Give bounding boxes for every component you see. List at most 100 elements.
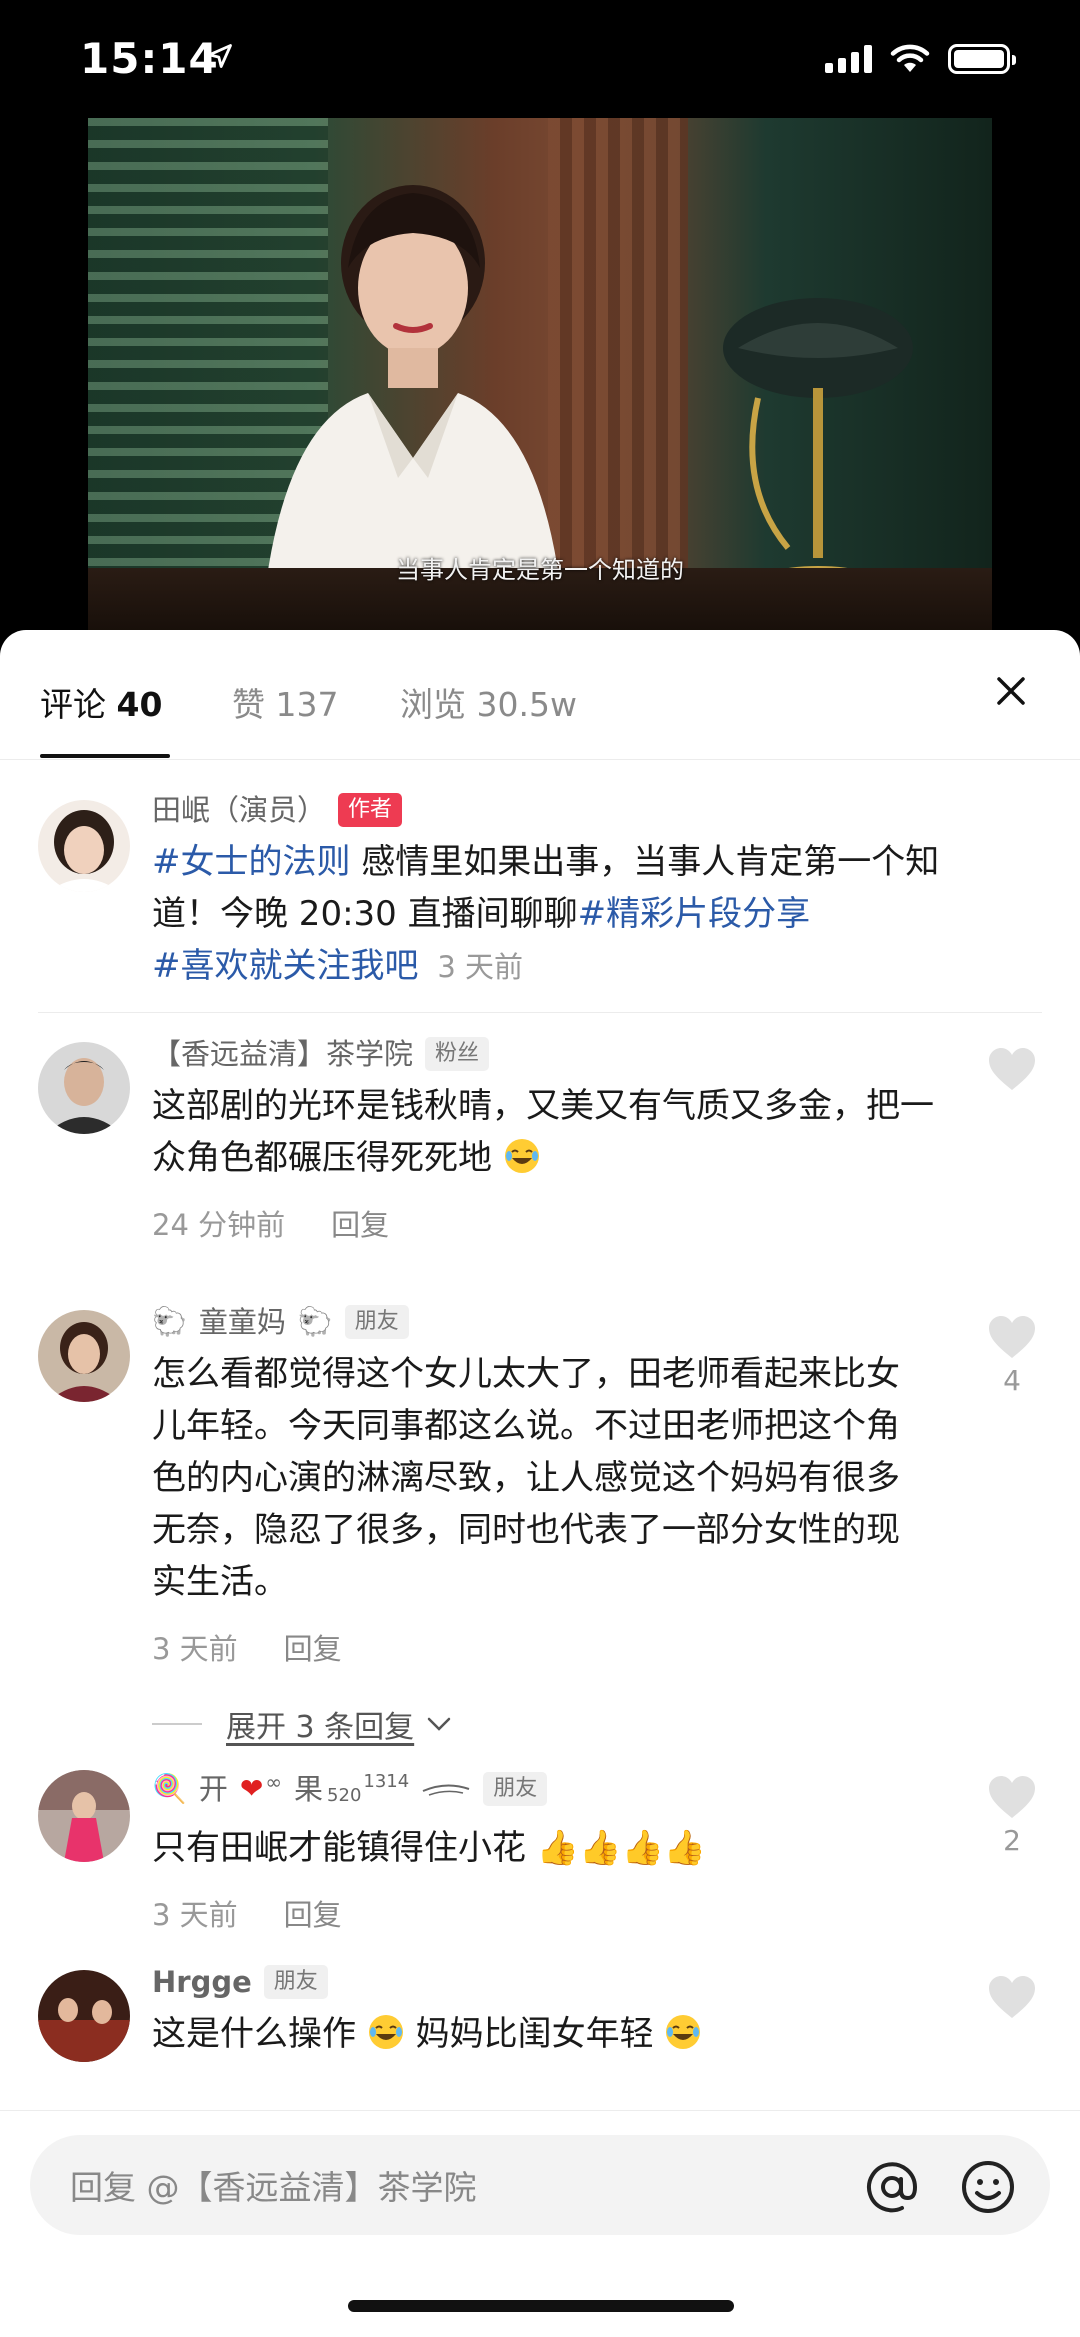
- comment-time: 3 天前: [152, 1632, 238, 1666]
- comment-author-name[interactable]: 田岷（演员） 作者: [152, 790, 952, 830]
- heart-emoji-icon: ❤: [239, 1772, 264, 1805]
- comment-author-name[interactable]: 🐑 童童妈 🐑 朋友: [152, 1302, 952, 1342]
- hashtag-link[interactable]: #喜欢就关注我吧: [152, 946, 419, 986]
- status-bar: 15:14: [0, 0, 1080, 120]
- heart-icon: [989, 1048, 1035, 1090]
- laughing-emoji-icon: [666, 2015, 701, 2049]
- like-count: 2: [1003, 1824, 1021, 1857]
- comment-author-name[interactable]: 🍭 开 ❤ ∞ 果 520 1314 朋友: [152, 1762, 952, 1816]
- laughing-emoji-icon: [504, 1139, 539, 1173]
- tab-comments-count: 40: [116, 685, 163, 724]
- lollipop-emoji-icon: 🍭: [152, 1772, 187, 1805]
- comment-text: 怎么看都觉得这个女儿太大了，田老师看起来比女儿年轻。今天同事都这么说。不过田老师…: [152, 1354, 900, 1602]
- avatar[interactable]: [38, 1970, 130, 2062]
- video-player[interactable]: 当事人肯定是第一个知道的: [88, 118, 992, 638]
- location-arrow-icon: [208, 44, 232, 68]
- expand-line: [152, 1723, 202, 1725]
- like-button[interactable]: 4: [982, 1314, 1042, 1397]
- like-button[interactable]: [982, 1046, 1042, 1096]
- mention-button[interactable]: [862, 2157, 922, 2217]
- divider: [38, 1012, 1042, 1013]
- expand-replies-label: 展开 3 条回复: [226, 1710, 415, 1745]
- tab-views-label: 浏览: [400, 685, 466, 724]
- tab-views[interactable]: 浏览 30.5w: [400, 678, 577, 726]
- like-button[interactable]: [982, 1974, 1042, 2024]
- tab-likes[interactable]: 赞 137: [232, 678, 339, 726]
- reply-input[interactable]: 回复 @【香远益清】茶学院: [30, 2135, 1050, 2235]
- comment-text: 这是什么操作 妈妈比闺女年轻: [152, 2008, 952, 2060]
- home-indicator[interactable]: [348, 2300, 734, 2312]
- comment-text-part1: 这是什么操作: [152, 2014, 356, 2054]
- fan-badge: 粉丝: [425, 1037, 490, 1071]
- heart-icon: [989, 1976, 1035, 2018]
- emoji-button[interactable]: [958, 2157, 1018, 2217]
- comment-sheet: 评论 40 赞 137 浏览 30.5w 田岷（演员） 作者 #女士的法则 感情…: [0, 630, 1080, 2337]
- eyelash-icon: [422, 1784, 470, 1796]
- close-button[interactable]: [986, 666, 1036, 716]
- comment-author-name[interactable]: Hrgge 朋友: [152, 1962, 952, 2002]
- comment-author-name[interactable]: 【香远益清】茶学院 粉丝: [152, 1034, 952, 1074]
- author-name[interactable]: 田岷（演员）: [152, 790, 326, 830]
- name-subscript: 520: [327, 1785, 362, 1806]
- tab-bar: 评论 40 赞 137 浏览 30.5w: [0, 630, 1080, 760]
- close-icon: [997, 677, 1025, 705]
- comment-meta: 3 天前 回复: [152, 1626, 952, 1668]
- like-button[interactable]: 2: [982, 1774, 1042, 1857]
- comment-meta: 3 天前 回复: [152, 1892, 952, 1934]
- infinity-icon: ∞: [265, 1770, 283, 1794]
- hashtag-link[interactable]: #女士的法则: [152, 842, 351, 882]
- comment-text-body: 这部剧的光环是钱秋晴，又美又有气质又多金，把一众角色都碾压得死死地: [152, 1086, 934, 1178]
- thumbs-up-emoji-icon: 👍👍👍👍: [536, 1828, 707, 1868]
- post-time: 3 天前: [437, 950, 523, 984]
- post-text: #女士的法则 感情里如果出事，当事人肯定第一个知道！今晚 20:30 直播间聊聊…: [152, 836, 952, 993]
- tab-views-count: 30.5w: [476, 685, 577, 724]
- like-count: 4: [1003, 1364, 1021, 1397]
- battery-icon: [948, 44, 1016, 74]
- name-superscript: 1314: [363, 1771, 410, 1792]
- laughing-emoji-icon: [368, 2015, 403, 2049]
- expand-replies-button[interactable]: 展开 3 条回复: [152, 1702, 452, 1746]
- friend-badge: 朋友: [483, 1772, 548, 1806]
- tab-indicator: [40, 754, 170, 758]
- comment-meta: 24 分钟前 回复: [152, 1202, 952, 1244]
- reply-bar: 回复 @【香远益清】茶学院: [0, 2110, 1080, 2270]
- reply-placeholder: 回复 @【香远益清】茶学院: [70, 2168, 477, 2207]
- sheep-emoji-icon: 🐑: [152, 1305, 187, 1338]
- friend-badge: 朋友: [263, 1965, 328, 1999]
- hashtag-link[interactable]: #精彩片段分享: [578, 894, 811, 934]
- wifi-icon: [890, 44, 930, 72]
- avatar[interactable]: [38, 1310, 130, 1402]
- comment-text-body: 只有田岷才能镇得住小花: [152, 1828, 526, 1868]
- tab-comments-label: 评论: [40, 685, 106, 724]
- comment-time: 3 天前: [152, 1898, 238, 1932]
- chevron-down-icon: [427, 1717, 451, 1731]
- comment-name[interactable]: 童童妈: [199, 1302, 286, 1342]
- signal-icon: [825, 45, 872, 73]
- heart-icon: [989, 1316, 1035, 1358]
- friend-badge: 朋友: [344, 1305, 409, 1339]
- avatar[interactable]: [38, 1042, 130, 1134]
- comment-name[interactable]: 开: [199, 1769, 228, 1809]
- tab-likes-label: 赞: [232, 685, 265, 724]
- comment-name[interactable]: 【香远益清】茶学院: [152, 1034, 413, 1074]
- comment-time: 24 分钟前: [152, 1208, 286, 1242]
- avatar[interactable]: [38, 1770, 130, 1862]
- author-badge: 作者: [338, 793, 403, 827]
- reply-button[interactable]: 回复: [284, 1892, 342, 1934]
- comment-name-suffix: 果: [294, 1772, 324, 1806]
- comment-name[interactable]: Hrgge: [152, 1962, 252, 2002]
- emoji-icon: [962, 2161, 1014, 2213]
- status-time: 15:14: [80, 34, 219, 83]
- video-subtitle: 当事人肯定是第一个知道的: [396, 556, 684, 584]
- reply-button[interactable]: 回复: [284, 1626, 342, 1668]
- at-icon: [867, 2162, 918, 2213]
- heart-icon: [989, 1776, 1035, 1818]
- comment-text: 只有田岷才能镇得住小花 👍👍👍👍: [152, 1822, 952, 1874]
- comment-text-part2: 妈妈比闺女年轻: [415, 2014, 654, 2054]
- reply-button[interactable]: 回复: [331, 1202, 389, 1244]
- tab-likes-count: 137: [275, 685, 339, 724]
- comment-text: 这部剧的光环是钱秋晴，又美又有气质又多金，把一众角色都碾压得死死地: [152, 1080, 952, 1184]
- status-icons: [825, 44, 1016, 74]
- tab-comments[interactable]: 评论 40: [40, 678, 162, 726]
- avatar[interactable]: [38, 800, 130, 892]
